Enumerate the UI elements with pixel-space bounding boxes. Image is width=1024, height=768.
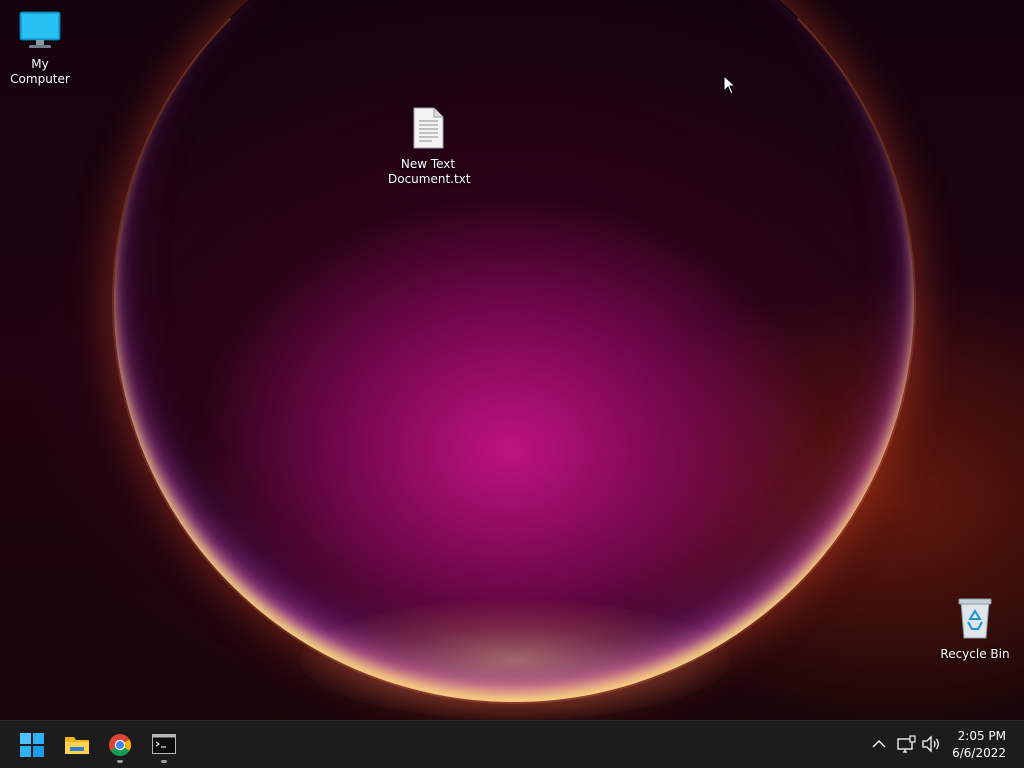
- network-icon[interactable]: [895, 733, 917, 755]
- clock-time: 2:05 PM: [957, 729, 1006, 743]
- taskbar-file-explorer[interactable]: [56, 725, 96, 765]
- system-clock[interactable]: 2:05 PM 6/6/2022: [952, 728, 1006, 762]
- volume-icon[interactable]: [920, 733, 942, 755]
- monitor-icon: [0, 10, 80, 54]
- running-indicator: [117, 760, 123, 763]
- desktop[interactable]: My Computer New Text Document.txt Recycl…: [0, 0, 1024, 720]
- chrome-icon: [109, 734, 131, 756]
- desktop-icon-label: Recycle Bin: [940, 647, 1010, 661]
- taskbar-chrome[interactable]: [100, 725, 140, 765]
- wallpaper-glow: [300, 600, 730, 720]
- desktop-icon-label-line2: Document.txt: [388, 172, 471, 186]
- folder-icon: [65, 737, 89, 754]
- clock-date: 6/6/2022: [952, 746, 1006, 760]
- desktop-icon-recycle-bin[interactable]: Recycle Bin: [935, 596, 1015, 662]
- desktop-icon-new-text-document[interactable]: New Text Document.txt: [388, 106, 471, 187]
- desktop-icon-label: My Computer: [10, 57, 70, 86]
- mouse-cursor-icon: [723, 74, 737, 99]
- text-file-icon: [388, 106, 468, 154]
- running-indicator: [161, 760, 167, 763]
- taskbar-command-prompt[interactable]: [144, 725, 184, 765]
- chevron-up-icon[interactable]: [868, 733, 890, 755]
- taskbar: 2:05 PM 6/6/2022: [0, 720, 1024, 768]
- terminal-icon: [152, 734, 176, 754]
- desktop-icon-label-line1: New Text: [400, 157, 456, 171]
- recycle-bin-icon: [935, 596, 1015, 644]
- wallpaper-bloom: [112, 0, 916, 704]
- start-button[interactable]: [12, 725, 52, 765]
- desktop-icon-my-computer[interactable]: My Computer: [0, 10, 80, 87]
- windows-start-icon: [20, 733, 44, 757]
